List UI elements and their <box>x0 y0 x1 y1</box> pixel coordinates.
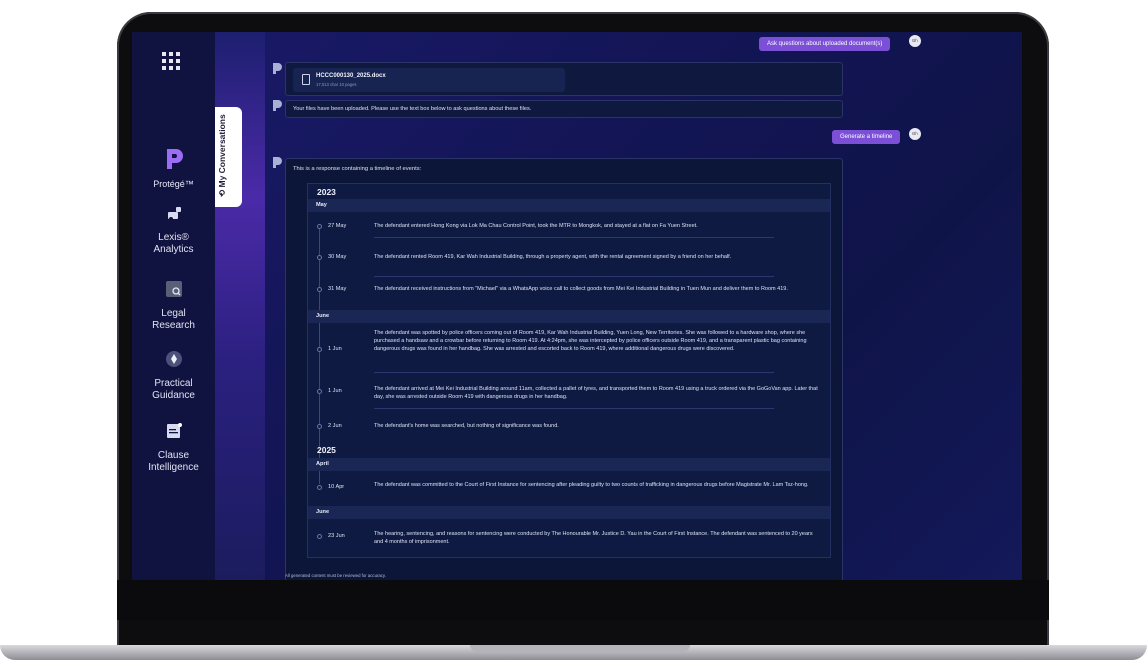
app-launcher-icon[interactable] <box>162 52 182 70</box>
clause-icon <box>166 423 182 438</box>
brand-name: Protégé™ <box>153 179 194 189</box>
month-bar-june-2025: June <box>308 506 830 519</box>
history-icon: ⟲ <box>217 187 227 197</box>
user-message-generate-timeline: Generate a timeline <box>832 130 901 144</box>
guidance-icon <box>165 351 182 367</box>
upload-confirmation-message: Your files have been uploaded. Please us… <box>285 100 843 118</box>
user-avatar[interactable]: Bh <box>909 35 921 47</box>
year-heading-2023: 2023 <box>317 187 336 197</box>
file-meta: 17,013 char 10 pages <box>316 82 357 87</box>
uploaded-file-card: HCCC000130_2025.docx 17,013 char 10 page… <box>285 62 843 96</box>
timeline-table: 2023 May 27 May The defendant entered Ho… <box>307 183 831 558</box>
assistant-avatar-icon <box>273 100 282 111</box>
my-conversations-label: My Conversations <box>217 114 227 188</box>
laptop-bezel <box>117 580 1049 620</box>
my-conversations-tab[interactable]: ⟲ My Conversations <box>215 107 242 207</box>
laptop-base-notch <box>470 645 690 652</box>
year-heading-2025: 2025 <box>317 445 336 455</box>
research-icon <box>165 281 182 297</box>
brand-protege[interactable]: Protégé™ <box>132 147 215 189</box>
file-chip[interactable]: HCCC000130_2025.docx 17,013 char 10 page… <box>293 68 565 92</box>
user-avatar[interactable]: Bh <box>909 128 921 140</box>
timeline-intro: This is a response containing a timeline… <box>293 166 422 172</box>
nav-legal-research[interactable]: Legal Research <box>132 280 215 332</box>
month-bar-april: April <box>308 458 830 471</box>
document-icon <box>302 74 310 85</box>
month-bar-may: May <box>308 199 830 212</box>
analytics-icon <box>167 207 181 221</box>
assistant-avatar-icon <box>273 157 282 168</box>
nav-clause-intelligence[interactable]: Clause Intelligence <box>132 422 215 474</box>
user-message-ask-questions: Ask questions about uploaded document(s) <box>759 37 891 51</box>
assistant-avatar-icon <box>273 63 282 74</box>
nav-practical-guidance[interactable]: Practical Guidance <box>132 350 215 402</box>
left-nav: Protégé™ Lexis® Analytics Legal Research… <box>132 32 215 580</box>
nav-lexis-analytics[interactable]: Lexis® Analytics <box>132 204 215 256</box>
app-screen: Protégé™ Lexis® Analytics Legal Research… <box>132 32 1022 580</box>
laptop-mockup: Protégé™ Lexis® Analytics Legal Research… <box>0 0 1147 660</box>
ai-disclaimer: All generated content must be reviewed f… <box>285 573 386 578</box>
timeline-response-card: This is a response containing a timeline… <box>285 158 843 580</box>
protege-logo-icon <box>166 149 183 169</box>
month-bar-june: June <box>308 310 830 323</box>
file-name: HCCC000130_2025.docx <box>316 73 386 79</box>
